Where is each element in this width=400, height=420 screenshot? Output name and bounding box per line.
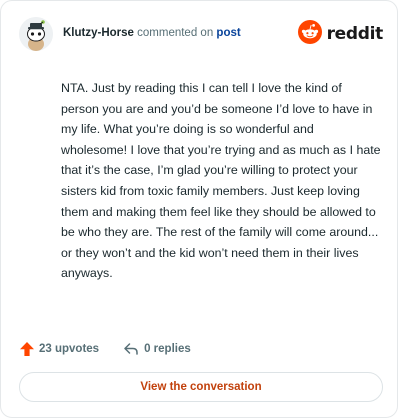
reply-arrow-icon bbox=[123, 341, 139, 357]
replies-stat[interactable]: 0 replies bbox=[123, 341, 191, 357]
replies-count: 0 replies bbox=[144, 343, 191, 355]
author-name[interactable]: Klutzy-Horse bbox=[63, 27, 134, 39]
reddit-alien-icon bbox=[297, 19, 322, 49]
comment-header: Klutzy-Horse commented on post reddit bbox=[19, 17, 383, 51]
comment-meta: Klutzy-Horse commented on post bbox=[63, 27, 241, 39]
upvotes-count: 23 upvotes bbox=[39, 343, 100, 355]
upvote-arrow-icon bbox=[19, 341, 35, 357]
post-link[interactable]: post bbox=[216, 27, 240, 39]
reddit-wordmark: reddit bbox=[326, 24, 384, 44]
embedded-comment-card: Klutzy-Horse commented on post reddit NT… bbox=[0, 0, 398, 418]
reddit-logo[interactable]: reddit bbox=[297, 19, 384, 49]
comment-stats: 23 upvotes 0 replies bbox=[19, 339, 191, 359]
action-text: commented on bbox=[137, 27, 214, 39]
view-conversation-button[interactable]: View the conversation bbox=[19, 372, 383, 402]
snoo-avatar-icon[interactable] bbox=[19, 17, 53, 51]
upvotes-stat[interactable]: 23 upvotes bbox=[19, 341, 99, 357]
comment-body: NTA. Just by reading this I can tell I l… bbox=[61, 81, 381, 281]
